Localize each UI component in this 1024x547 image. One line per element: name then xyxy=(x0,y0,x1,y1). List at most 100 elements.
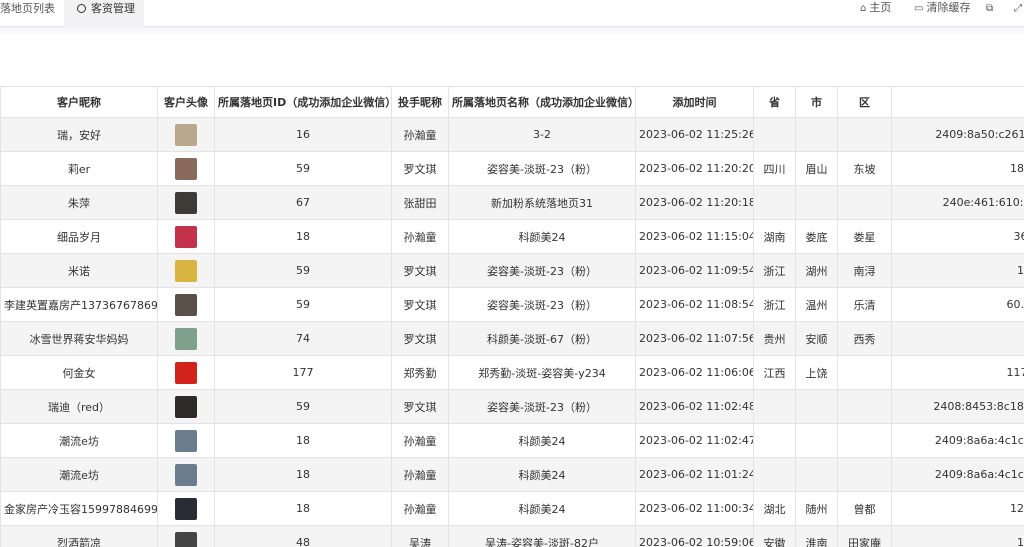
cell-nickname: 细品岁月 xyxy=(0,219,158,254)
cell-city: 上饶 xyxy=(795,355,838,390)
avatar[interactable] xyxy=(175,429,197,452)
cell-ip: 122.188.247 xyxy=(891,491,1024,526)
cell-page-id: 16 xyxy=(214,117,392,152)
cell-nickname: 潮流e坊 xyxy=(0,457,158,492)
table-row[interactable]: 细品岁月 18 孙瀚童 科颜美24 2023-06-02 11:15:04 湖南 娄底 娄星 3… xyxy=(0,219,1024,254)
cell-pitcher: 罗文琪 xyxy=(391,151,449,186)
copy-icon: ⧉ xyxy=(986,3,994,14)
cell-avatar xyxy=(157,219,215,254)
avatar[interactable] xyxy=(175,259,197,282)
cell-pitcher: 罗文琪 xyxy=(391,253,449,288)
cell-page-name: 姿容美-淡斑-23（粉） xyxy=(448,151,636,186)
cell-pitcher: 张甜田 xyxy=(391,185,449,220)
avatar[interactable] xyxy=(175,497,197,520)
avatar[interactable] xyxy=(175,361,197,384)
cell-pitcher: 孙瀚童 xyxy=(391,423,449,458)
cell-district xyxy=(837,389,892,424)
cell-city xyxy=(795,185,838,220)
cell-pitcher: 罗文琪 xyxy=(391,321,449,356)
cell-page-id: 177 xyxy=(214,355,392,390)
cell-province xyxy=(753,117,796,152)
copy-button[interactable]: ⧉ xyxy=(986,1,996,16)
cell-nickname: 李建英置嘉房产13736767869 xyxy=(0,287,158,322)
avatar[interactable] xyxy=(175,157,197,180)
cell-pitcher: 罗文琪 xyxy=(391,389,449,424)
avatar[interactable] xyxy=(175,123,197,146)
table-row[interactable]: 何金女 177 郑秀勤 郑秀勤-淡斑-姿容美-y234 2023-06-02 11:06… xyxy=(0,355,1024,390)
table-row[interactable]: 潮流e坊 18 孙瀚童 科颜美24 2023-06-02 11:01:24 2409:8a… xyxy=(0,457,1024,492)
col-province: 省 xyxy=(753,86,796,118)
cell-ip: 183.223.224 xyxy=(891,151,1024,186)
cell-page-id: 48 xyxy=(214,525,392,547)
header-shadow xyxy=(0,27,1024,37)
tab-customer-management[interactable]: 客资管理 xyxy=(64,0,144,27)
cell-time: 2023-06-02 11:25:26 xyxy=(635,117,754,152)
cell-page-name: 姿容美-淡斑-23（粉） xyxy=(448,253,636,288)
cell-time: 2023-06-02 11:20:18 xyxy=(635,185,754,220)
cell-district: 田家庵 xyxy=(837,525,892,547)
cell-page-id: 18 xyxy=(214,491,392,526)
col-page-id: 所属落地页ID（成功添加企业微信） xyxy=(214,86,392,118)
cell-avatar xyxy=(157,185,215,220)
cell-ip: 2409:8a6a:4c1c:4a20:496 xyxy=(891,423,1024,458)
cell-nickname: 金家房产冷玉容15997884699 xyxy=(0,491,158,526)
table-row[interactable]: 瑞迪（red） 59 罗文琪 姿容美-淡斑-23（粉） 2023-06-02 11:02… xyxy=(0,389,1024,424)
cell-district xyxy=(837,457,892,492)
table-row[interactable]: 李建英置嘉房产13736767869 59 罗文琪 姿容美-淡斑-23（粉） 2023-… xyxy=(0,287,1024,322)
cell-ip: 2408:8453:8c18:5e47:70d xyxy=(891,389,1024,424)
cell-time: 2023-06-02 11:06:06 xyxy=(635,355,754,390)
cell-avatar xyxy=(157,389,215,424)
cell-page-id: 59 xyxy=(214,253,392,288)
cell-ip: 115.208.15 xyxy=(891,253,1024,288)
cell-page-id: 67 xyxy=(214,185,392,220)
clear-cache-label: 清除缓存 xyxy=(926,1,971,14)
cell-province: 贵州 xyxy=(753,321,796,356)
cell-avatar xyxy=(157,457,215,492)
cell-avatar xyxy=(157,491,215,526)
cell-district xyxy=(837,423,892,458)
table-row[interactable]: 朱萍 67 张甜田 新加粉系统落地页31 2023-06-02 11:20:18 240e… xyxy=(0,185,1024,220)
col-time: 添加时间 xyxy=(635,86,754,118)
avatar[interactable] xyxy=(175,191,197,214)
cell-province: 四川 xyxy=(753,151,796,186)
cell-nickname: 冰雪世界蒋安华妈妈 xyxy=(0,321,158,356)
table-row[interactable]: 米诺 59 罗文琪 姿容美-淡斑-23（粉） 2023-06-02 11:09:54 浙江… xyxy=(0,253,1024,288)
circle-icon xyxy=(77,4,86,13)
avatar[interactable] xyxy=(175,531,197,547)
cell-province: 浙江 xyxy=(753,253,796,288)
cell-district xyxy=(837,185,892,220)
cell-province: 湖南 xyxy=(753,219,796,254)
cell-pitcher: 罗文琪 xyxy=(391,287,449,322)
cell-nickname: 烈酒箭凉 xyxy=(0,525,158,547)
avatar[interactable] xyxy=(175,293,197,316)
table-row[interactable]: 金家房产冷玉容15997884699 18 孙瀚童 科颜美24 2023-06-02 1… xyxy=(0,491,1024,526)
cell-page-name: 新加粉系统落地页31 xyxy=(448,185,636,220)
home-button[interactable]: ⌂ 主页 xyxy=(860,1,891,16)
home-label: 主页 xyxy=(869,1,892,14)
table-row[interactable]: 瑞，安好 16 孙瀚童 3-2 2023-06-02 11:25:26 2409:8a50… xyxy=(0,117,1024,152)
tab-landing-page-list[interactable]: 落地页列表 xyxy=(0,0,64,27)
cell-pitcher: 吴涛 xyxy=(391,525,449,547)
cell-time: 2023-06-02 11:08:54 xyxy=(635,287,754,322)
avatar[interactable] xyxy=(175,463,197,486)
table-row[interactable]: 莉er 59 罗文琪 姿容美-淡斑-23（粉） 2023-06-02 11:20:20 四… xyxy=(0,151,1024,186)
cell-nickname: 潮流e坊 xyxy=(0,423,158,458)
table-row[interactable]: 烈酒箭凉 48 吴涛 吴涛-姿容美-淡斑-82户 2023-06-02 10:59:06… xyxy=(0,525,1024,547)
cell-avatar xyxy=(157,287,215,322)
cell-ip: 117.162.117. xyxy=(891,355,1024,390)
cell-page-id: 59 xyxy=(214,287,392,322)
customer-table-container[interactable]: 客户昵称 客户头像 所属落地页ID（成功添加企业微信） 投手昵称 所属落地页名称… xyxy=(0,86,1024,547)
fullscreen-button[interactable]: ⤢ xyxy=(1014,1,1024,16)
col-avatar: 客户头像 xyxy=(157,86,215,118)
table-row[interactable]: 冰雪世界蒋安华妈妈 74 罗文琪 科颜美-淡斑-67（粉） 2023-06-02 11:… xyxy=(0,321,1024,356)
avatar[interactable] xyxy=(175,225,197,248)
cell-pitcher: 孙瀚童 xyxy=(391,117,449,152)
avatar[interactable] xyxy=(175,395,197,418)
table-row[interactable]: 潮流e坊 18 孙瀚童 科颜美24 2023-06-02 11:02:47 2409:8a… xyxy=(0,423,1024,458)
clear-cache-button[interactable]: ▭ 清除缓存 xyxy=(914,1,970,16)
cell-ip: 1.48.4.64 xyxy=(891,321,1024,356)
cell-province xyxy=(753,389,796,424)
avatar[interactable] xyxy=(175,327,197,350)
cell-page-name: 科颜美24 xyxy=(448,219,636,254)
cell-avatar xyxy=(157,151,215,186)
